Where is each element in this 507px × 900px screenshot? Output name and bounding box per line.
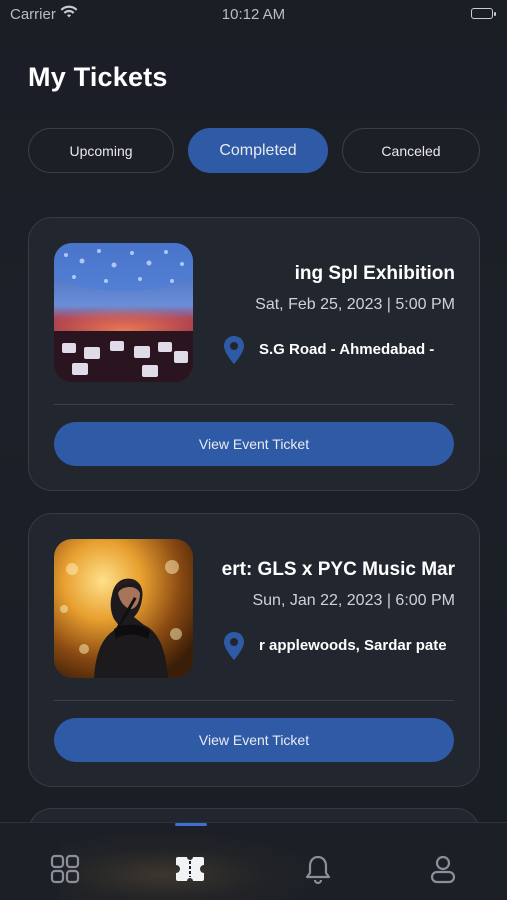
singer-concert-image (54, 539, 193, 678)
event-date: Sat, Feb 25, 2023 | 5:00 PM (255, 296, 455, 313)
user-icon[interactable] (427, 853, 459, 885)
event-location-row: - S.G Road - Ahmedabad (219, 335, 455, 365)
card-divider (54, 404, 454, 405)
event-date: Sun, Jan 22, 2023 | 6:00 PM (252, 592, 455, 609)
tab-upcoming[interactable]: Upcoming (28, 128, 174, 173)
event-hall-image (54, 243, 193, 382)
ticket-icon[interactable] (174, 853, 206, 885)
tab-canceled[interactable]: Canceled (342, 128, 480, 173)
event-location: ‌r applewoods, Sardar pate (259, 637, 447, 654)
view-event-ticket-button[interactable]: View Event Ticket (54, 422, 454, 466)
status-time: 10:12 AM (221, 6, 286, 23)
event-info: ert: GLS x PYC Music Mar Sun, Jan 22, 20… (219, 539, 455, 679)
card-divider (54, 700, 454, 701)
ticket-card: ing Spl Exhibition Sat, Feb 25, 2023 | 5… (28, 217, 480, 491)
event-title: ing Spl Exhibition (294, 263, 455, 284)
battery-icon (471, 8, 496, 19)
bottom-nav (0, 822, 507, 900)
grid-icon[interactable] (49, 853, 81, 885)
ticket-card: ert: GLS x PYC Music Mar Sun, Jan 22, 20… (28, 513, 480, 787)
bell-icon[interactable] (302, 853, 334, 885)
event-title: ert: GLS x PYC Music Mar (221, 559, 455, 580)
ticket-status-tabs: Upcoming Completed Canceled (28, 128, 480, 173)
tab-completed[interactable]: Completed (188, 128, 328, 173)
event-location-row: ‌r applewoods, Sardar pate (219, 631, 455, 661)
page-title: My Tickets (28, 62, 168, 92)
view-event-ticket-button[interactable]: View Event Ticket (54, 718, 454, 762)
status-bar: Carrier 10:12 AM (0, 0, 507, 28)
active-tab-indicator (175, 823, 207, 826)
event-info: ing Spl Exhibition Sat, Feb 25, 2023 | 5… (219, 243, 455, 383)
location-pin-icon (223, 335, 245, 365)
location-pin-icon (223, 631, 245, 661)
event-location: - S.G Road - Ahmedabad (259, 341, 441, 358)
